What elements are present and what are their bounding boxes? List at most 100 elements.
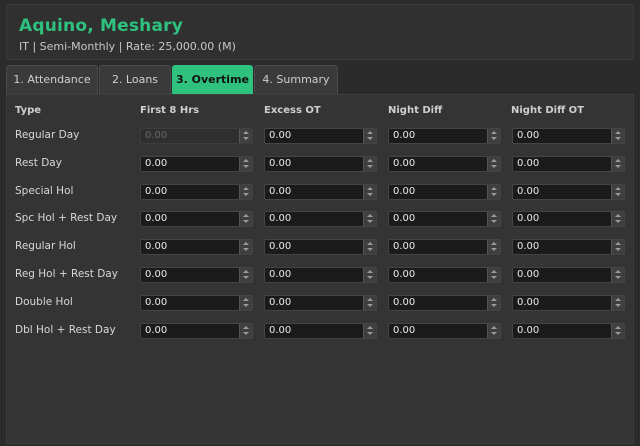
night-diff-ot-spinbox[interactable]: 0.00	[512, 267, 625, 283]
spin-down-arrow-icon[interactable]	[488, 247, 500, 254]
spin-down-arrow-icon[interactable]	[612, 164, 624, 171]
spin-up-arrow-icon[interactable]	[488, 324, 500, 331]
spin-up-arrow-icon[interactable]	[240, 157, 252, 164]
spin-down-arrow-icon[interactable]	[364, 247, 376, 254]
night-diff-ot-spinbox[interactable]: 0.00	[512, 295, 625, 311]
spin-up-arrow-icon[interactable]	[488, 212, 500, 219]
spin-up-arrow-icon[interactable]	[240, 240, 252, 247]
tab-summary[interactable]: 4. Summary	[254, 65, 338, 94]
spin-down-arrow-icon[interactable]	[612, 219, 624, 226]
spin-up-arrow-icon[interactable]	[364, 296, 376, 303]
spin-up-arrow-icon[interactable]	[364, 268, 376, 275]
excess-ot-spinbox[interactable]: 0.00	[264, 239, 377, 255]
spin-down-arrow-icon[interactable]	[240, 219, 252, 226]
night-diff-spinbox[interactable]: 0.00	[388, 156, 501, 172]
spin-up-arrow-icon[interactable]	[612, 240, 624, 247]
spin-up-arrow-icon[interactable]	[612, 296, 624, 303]
excess-ot-spinbox[interactable]: 0.00	[264, 156, 377, 172]
night-diff-spinbox[interactable]: 0.00	[388, 239, 501, 255]
spin-down-arrow-icon[interactable]	[240, 247, 252, 254]
spin-up-arrow-icon[interactable]	[488, 268, 500, 275]
night-diff-spinbox[interactable]: 0.00	[388, 323, 501, 339]
spin-up-arrow-icon[interactable]	[364, 324, 376, 331]
spin-up-arrow-icon[interactable]	[364, 212, 376, 219]
first-8-hrs-spinbox[interactable]: 0.00	[140, 267, 253, 283]
excess-ot-spinbox[interactable]: 0.00	[264, 267, 377, 283]
spin-up-arrow-icon[interactable]	[488, 129, 500, 136]
spin-up-arrow-icon[interactable]	[488, 296, 500, 303]
spin-down-arrow-icon[interactable]	[488, 192, 500, 199]
excess-ot-spinbox[interactable]: 0.00	[264, 323, 377, 339]
spin-down-arrow-icon[interactable]	[240, 331, 252, 338]
spin-up-arrow-icon[interactable]	[488, 185, 500, 192]
night-diff-ot-value: 0.00	[517, 213, 540, 224]
spin-buttons	[239, 240, 252, 254]
excess-ot-spinbox[interactable]: 0.00	[264, 184, 377, 200]
spin-down-arrow-icon[interactable]	[364, 219, 376, 226]
first-8-hrs-spinbox[interactable]: 0.00	[140, 184, 253, 200]
spin-down-arrow-icon[interactable]	[364, 136, 376, 143]
spin-up-arrow-icon[interactable]	[364, 129, 376, 136]
tab-loans[interactable]: 2. Loans	[99, 65, 171, 94]
spin-down-arrow-icon[interactable]	[364, 164, 376, 171]
first-8-hrs-spinbox[interactable]: 0.00	[140, 323, 253, 339]
spin-down-arrow-icon[interactable]	[240, 164, 252, 171]
spin-up-arrow-icon[interactable]	[364, 240, 376, 247]
spin-up-arrow-icon[interactable]	[240, 185, 252, 192]
spin-down-arrow-icon[interactable]	[240, 303, 252, 310]
night-diff-spinbox[interactable]: 0.00	[388, 128, 501, 144]
spin-up-arrow-icon[interactable]	[240, 324, 252, 331]
spin-up-arrow-icon[interactable]	[488, 240, 500, 247]
spin-up-arrow-icon[interactable]	[240, 268, 252, 275]
spin-down-arrow-icon[interactable]	[240, 192, 252, 199]
night-diff-spinbox[interactable]: 0.00	[388, 295, 501, 311]
spin-up-arrow-icon[interactable]	[612, 129, 624, 136]
spin-up-arrow-icon[interactable]	[612, 268, 624, 275]
first-8-hrs-spinbox[interactable]: 0.00	[140, 295, 253, 311]
spin-up-arrow-icon[interactable]	[612, 212, 624, 219]
night-diff-ot-spinbox[interactable]: 0.00	[512, 211, 625, 227]
spin-up-arrow-icon[interactable]	[612, 157, 624, 164]
night-diff-ot-spinbox[interactable]: 0.00	[512, 323, 625, 339]
spin-up-arrow-icon[interactable]	[612, 185, 624, 192]
night-diff-ot-spinbox[interactable]: 0.00	[512, 156, 625, 172]
spin-up-arrow-icon[interactable]	[364, 157, 376, 164]
spin-down-arrow-icon[interactable]	[488, 219, 500, 226]
night-diff-spinbox[interactable]: 0.00	[388, 184, 501, 200]
first-8-hrs-spinbox[interactable]: 0.00	[140, 239, 253, 255]
night-diff-ot-spinbox[interactable]: 0.00	[512, 184, 625, 200]
spin-down-arrow-icon[interactable]	[488, 275, 500, 282]
first-8-hrs-spinbox[interactable]: 0.00	[140, 156, 253, 172]
first-8-hrs-spinbox[interactable]: 0.00	[140, 211, 253, 227]
spin-up-arrow-icon[interactable]	[364, 185, 376, 192]
spin-down-arrow-icon[interactable]	[612, 275, 624, 282]
excess-ot-spinbox[interactable]: 0.00	[264, 295, 377, 311]
row-label: Reg Hol + Rest Day	[15, 268, 118, 280]
spin-down-arrow-icon[interactable]	[612, 331, 624, 338]
tab-attendance[interactable]: 1. Attendance	[6, 65, 98, 94]
spin-up-arrow-icon[interactable]	[488, 157, 500, 164]
night-diff-spinbox[interactable]: 0.00	[388, 267, 501, 283]
spin-down-arrow-icon[interactable]	[488, 164, 500, 171]
spin-up-arrow-icon[interactable]	[612, 324, 624, 331]
excess-ot-spinbox[interactable]: 0.00	[264, 128, 377, 144]
spin-down-arrow-icon[interactable]	[364, 192, 376, 199]
night-diff-spinbox[interactable]: 0.00	[388, 211, 501, 227]
spin-down-arrow-icon[interactable]	[364, 303, 376, 310]
tab-overtime[interactable]: 3. Overtime	[172, 65, 253, 94]
night-diff-ot-spinbox[interactable]: 0.00	[512, 128, 625, 144]
spin-down-arrow-icon[interactable]	[612, 136, 624, 143]
spin-down-arrow-icon[interactable]	[612, 247, 624, 254]
spin-down-arrow-icon[interactable]	[364, 331, 376, 338]
spin-down-arrow-icon[interactable]	[488, 303, 500, 310]
spin-up-arrow-icon[interactable]	[240, 296, 252, 303]
spin-down-arrow-icon[interactable]	[488, 331, 500, 338]
spin-down-arrow-icon[interactable]	[240, 275, 252, 282]
spin-down-arrow-icon[interactable]	[612, 192, 624, 199]
spin-down-arrow-icon[interactable]	[364, 275, 376, 282]
spin-down-arrow-icon[interactable]	[612, 303, 624, 310]
night-diff-ot-spinbox[interactable]: 0.00	[512, 239, 625, 255]
spin-up-arrow-icon[interactable]	[240, 212, 252, 219]
spin-down-arrow-icon[interactable]	[488, 136, 500, 143]
excess-ot-spinbox[interactable]: 0.00	[264, 211, 377, 227]
